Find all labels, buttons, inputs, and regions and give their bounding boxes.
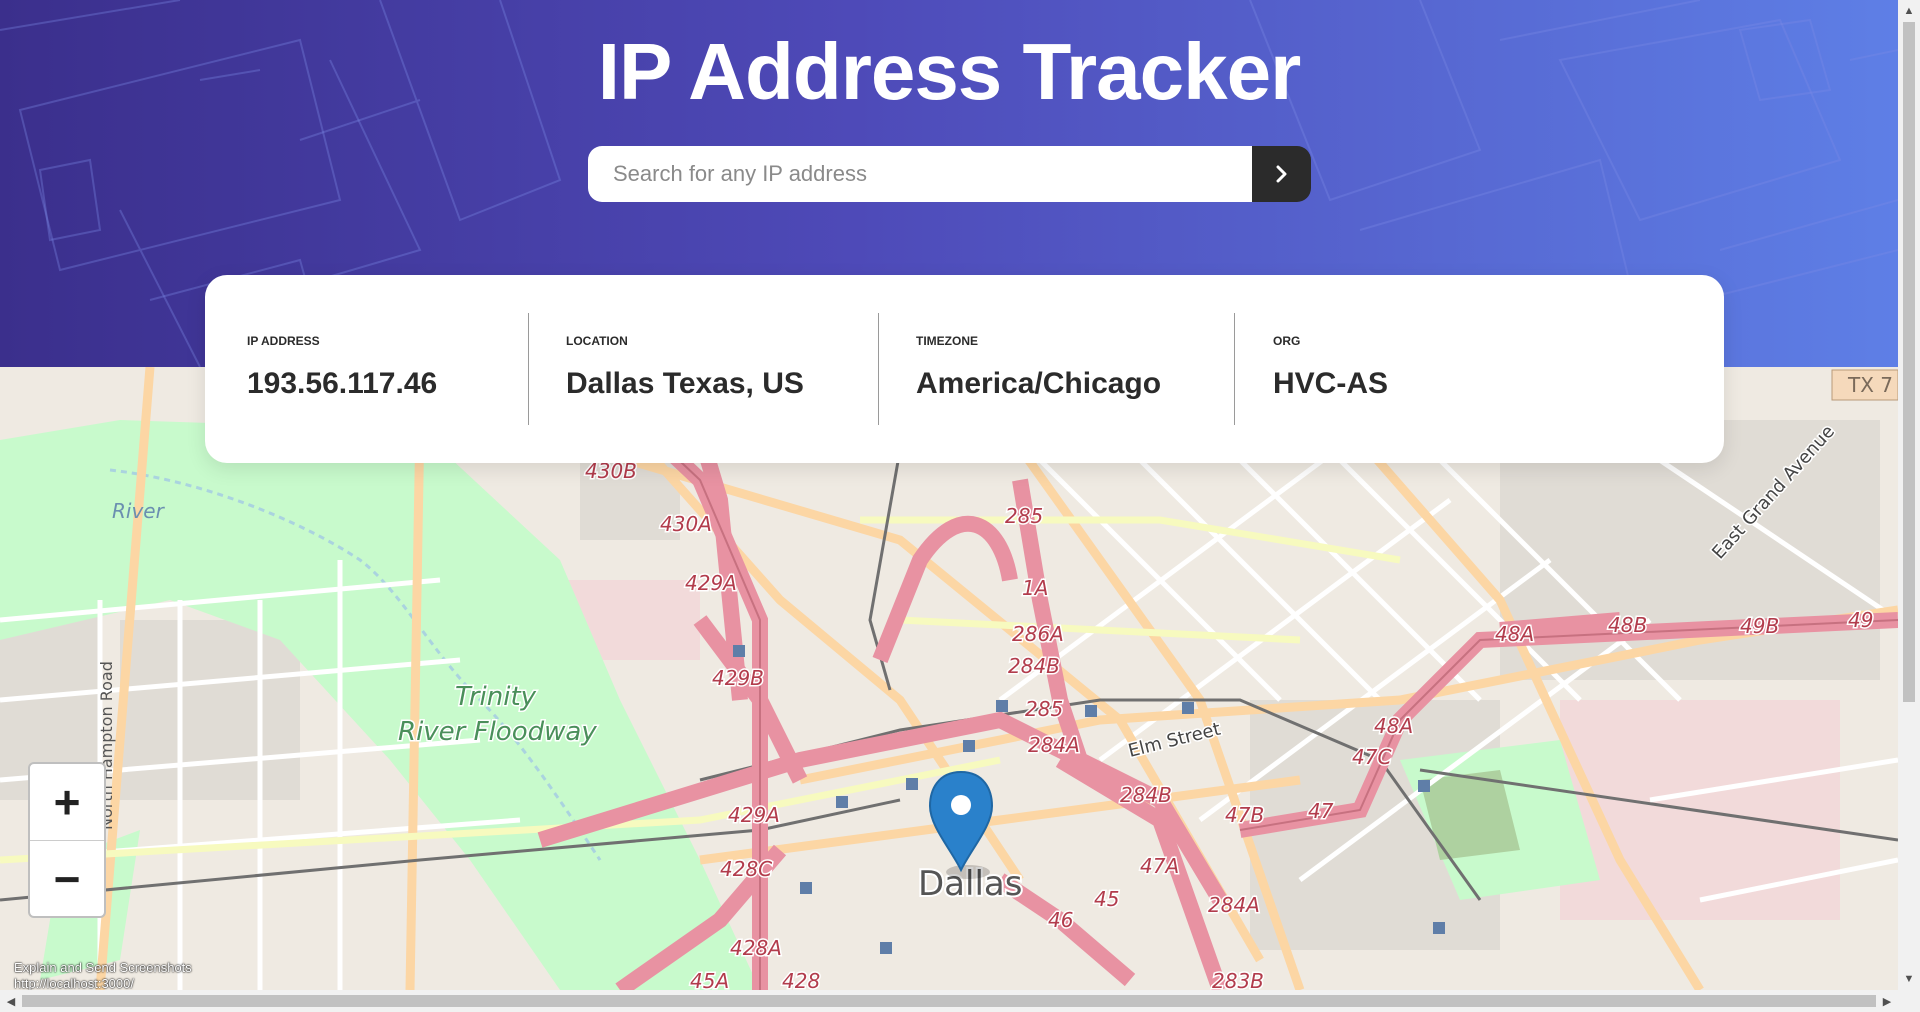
exit-label: 45 [1094, 887, 1119, 911]
exit-label: 45A [690, 969, 729, 990]
exit-label: 47 [1308, 799, 1334, 823]
exit-label: 283B [1212, 969, 1264, 990]
overlay-url: http://localhost:3000/ [14, 976, 134, 990]
horizontal-scrollbar[interactable]: ◀ ▶ [0, 990, 1920, 1012]
scroll-left-icon[interactable]: ◀ [0, 990, 22, 1012]
scroll-right-icon[interactable]: ▶ [1876, 990, 1898, 1012]
exit-label: 428 [782, 969, 820, 990]
exit-label: 429A [685, 571, 737, 595]
highway-shield-label: TX 7 [1847, 373, 1893, 397]
exit-label: 286A [1012, 622, 1064, 646]
exit-label: 284A [1028, 733, 1080, 757]
area-label: Trinity [455, 682, 537, 712]
vertical-scroll-thumb[interactable] [1903, 22, 1915, 702]
stat-value: 193.56.117.46 [247, 367, 438, 400]
exit-label: 49B [1740, 614, 1779, 638]
exit-label: 284A [1208, 893, 1260, 917]
exit-label: 285 [1005, 504, 1043, 528]
stat-value: America/Chicago [916, 367, 1162, 400]
zoom-in-button[interactable]: + [30, 764, 104, 841]
exit-label: 428C [720, 857, 772, 881]
page-title: IP Address Tracker [597, 27, 1301, 116]
exit-label: 429B [712, 666, 764, 690]
exit-label: 428A [730, 936, 782, 960]
exit-label: 48B [1608, 613, 1647, 637]
exit-label: 47C [1352, 745, 1391, 769]
stat-label: ORG [1273, 334, 1301, 348]
divider [528, 313, 529, 425]
scroll-up-icon[interactable]: ▲ [1898, 0, 1920, 22]
exit-label: 284B [1008, 654, 1060, 678]
divider [878, 313, 879, 425]
zoom-out-button[interactable]: − [30, 841, 104, 916]
stat-label: TIMEZONE [916, 334, 978, 348]
stat-value: HVC-AS [1273, 367, 1389, 400]
stat-label: IP ADDRESS [247, 334, 320, 348]
exit-label: 1A [1022, 576, 1048, 600]
overlay-caption: Explain and Send Screenshots [14, 960, 192, 975]
scroll-down-icon[interactable]: ▼ [1898, 968, 1920, 990]
vertical-scrollbar[interactable]: ▲ ▼ [1898, 0, 1920, 990]
exit-label: 48A [1374, 714, 1413, 738]
stat-value: Dallas Texas, US [566, 367, 804, 400]
divider [1234, 313, 1235, 425]
river-label: River [112, 499, 166, 523]
exit-label: 47A [1140, 854, 1179, 878]
ip-info-card: IP ADDRESS 193.56.117.46 LOCATION Dallas… [205, 275, 1724, 463]
chevron-right-icon [1276, 165, 1286, 183]
exit-label: 49 [1848, 608, 1873, 632]
exit-label: 285 [1025, 697, 1063, 721]
exit-label: 429A [728, 803, 780, 827]
search-bar [588, 146, 1311, 202]
search-submit-button[interactable] [1252, 146, 1311, 202]
zoom-control: + − [28, 762, 106, 918]
area-label: River Floodway [398, 717, 597, 747]
exit-label: 284B [1120, 783, 1172, 807]
exit-label: 48A [1495, 622, 1534, 646]
exit-label: 47B [1225, 803, 1264, 827]
search-input[interactable] [588, 146, 1252, 202]
stat-label: LOCATION [566, 334, 628, 348]
exit-label: 430A [660, 512, 712, 536]
horizontal-scroll-thumb[interactable] [22, 995, 1876, 1007]
exit-label: 46 [1048, 908, 1073, 932]
